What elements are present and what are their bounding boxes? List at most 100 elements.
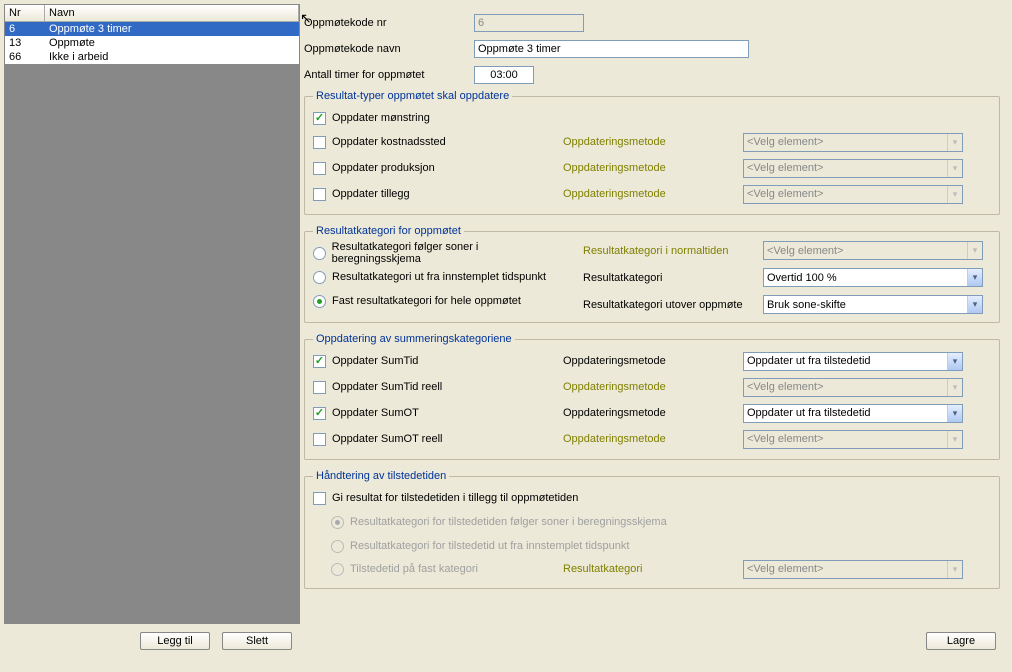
cell-navn: Oppmøte (45, 36, 99, 50)
lbl-metode: Oppdateringsmetode (563, 188, 743, 200)
sel-sumtid[interactable]: Oppdater ut fra tilstedetid ▾ (743, 352, 963, 371)
chevron-down-icon: ▾ (947, 353, 962, 370)
legend: Oppdatering av summeringskategoriene (313, 333, 515, 345)
legend: Håndtering av tilstedetiden (313, 470, 449, 482)
sel-text: Bruk sone-skifte (767, 299, 846, 311)
lbl-utover: Resultatkategori utover oppmøte (583, 299, 763, 311)
chk-kostnadssted[interactable] (313, 136, 326, 149)
chevron-down-icon: ▾ (947, 379, 962, 396)
sel-text: <Velg element> (747, 433, 823, 445)
cell-nr: 13 (5, 36, 45, 50)
chevron-down-icon: ▾ (947, 186, 962, 203)
chevron-down-icon: ▾ (947, 431, 962, 448)
slett-button[interactable]: Slett (222, 632, 292, 650)
lbl-sumtid-reell: Oppdater SumTid reell (332, 381, 442, 393)
sel-text: <Velg element> (747, 136, 823, 148)
group-summering: Oppdatering av summeringskategoriene Opp… (304, 333, 1000, 460)
label-nr: Oppmøtekode nr (304, 17, 474, 29)
chk-sumot-reell[interactable] (313, 433, 326, 446)
sel-utover[interactable]: Bruk sone-skifte ▾ (763, 295, 983, 314)
sel-tillegg: <Velg element> ▾ (743, 185, 963, 204)
list-body: 6 Oppmøte 3 timer 13 Oppmøte 66 Ikke i a… (5, 22, 299, 622)
sel-kostnadssted: <Velg element> ▾ (743, 133, 963, 152)
sel-sumtid-reell: <Velg element> ▾ (743, 378, 963, 397)
lbl-metode: Oppdateringsmetode (563, 407, 743, 419)
lbl-metode: Oppdateringsmetode (563, 355, 743, 367)
lbl-metode: Oppdateringsmetode (563, 381, 743, 393)
lbl-normal: Resultatkategori i normaltiden (583, 245, 763, 257)
lbl-sumot: Oppdater SumOT (332, 407, 419, 419)
list-row[interactable]: 66 Ikke i arbeid (5, 50, 299, 64)
group-resultat-typer: Resultat-typer oppmøtet skal oppdatere O… (304, 90, 1000, 215)
lbl-tillegg: Oppdater tillegg (332, 188, 410, 200)
lagre-button[interactable]: Lagre (926, 632, 996, 650)
lbl-metode: Oppdateringsmetode (563, 162, 743, 174)
lbl-t1: Resultatkategori for tilstedetiden følge… (350, 516, 667, 528)
sel-text: <Velg element> (747, 188, 823, 200)
legend: Resultat-typer oppmøtet skal oppdatere (313, 90, 512, 102)
chevron-down-icon: ▾ (947, 405, 962, 422)
sel-text: <Velg element> (747, 162, 823, 174)
radio-innstemplet[interactable] (313, 271, 326, 284)
sel-kategori[interactable]: Overtid 100 %▾ (763, 268, 983, 287)
sel-text: Overtid 100 % (767, 272, 837, 284)
chevron-down-icon: ▾ (947, 134, 962, 151)
lbl-sumtid: Oppdater SumTid (332, 355, 418, 367)
list-row[interactable]: 13 Oppmøte (5, 36, 299, 50)
sel-text: <Velg element> (747, 381, 823, 393)
lbl-produksjon: Oppdater produksjon (332, 162, 435, 174)
lbl-metode: Oppdateringsmetode (563, 136, 743, 148)
chk-sumtid-reell[interactable] (313, 381, 326, 394)
timer-input[interactable] (474, 66, 534, 84)
navn-input[interactable] (474, 40, 749, 58)
chk-sumot[interactable] (313, 407, 326, 420)
nr-input (474, 14, 584, 32)
sel-produksjon: <Velg element> ▾ (743, 159, 963, 178)
legg-til-button[interactable]: Legg til (140, 632, 210, 650)
lbl-kategori: Resultatkategori (583, 272, 763, 284)
oppmote-list: Nr Navn 6 Oppmøte 3 timer 13 Oppmøte 66 … (4, 4, 300, 624)
radio-soner[interactable] (313, 247, 326, 260)
radio-t3 (331, 563, 344, 576)
label-timer: Antall timer for oppmøtet (304, 69, 474, 81)
sel-text: <Velg element> (747, 563, 823, 575)
lbl-r1: Resultatkategori følger soner i beregnin… (332, 241, 563, 265)
sel-normal: <Velg element> ▾ (763, 241, 983, 260)
cell-navn: Ikke i arbeid (45, 50, 112, 64)
lbl-resultkat: Resultatkategori (563, 563, 743, 575)
group-resultatkategori: Resultatkategori for oppmøtet Resultatka… (304, 225, 1000, 323)
chk-tilstede[interactable] (313, 492, 326, 505)
chk-produksjon[interactable] (313, 162, 326, 175)
legend: Resultatkategori for oppmøtet (313, 225, 464, 237)
chevron-down-icon: ▾ (967, 242, 982, 259)
lbl-sumot-reell: Oppdater SumOT reell (332, 433, 442, 445)
chevron-down-icon: ▾ (967, 296, 982, 313)
sel-text: <Velg element> (767, 245, 843, 257)
sel-text: Oppdater ut fra tilstedetid (747, 355, 871, 367)
col-header-navn[interactable]: Navn (45, 5, 299, 21)
sel-text: Oppdater ut fra tilstedetid (747, 407, 871, 419)
cell-nr: 6 (5, 22, 45, 36)
lbl-t2: Resultatkategori for tilstedetid ut fra … (350, 540, 629, 552)
chk-monstring[interactable] (313, 112, 326, 125)
lbl-t3: Tilstedetid på fast kategori (350, 563, 478, 575)
cell-navn: Oppmøte 3 timer (45, 22, 136, 36)
lbl-r2: Resultatkategori ut fra innstemplet tids… (332, 271, 546, 283)
sel-sumot-reell: <Velg element> ▾ (743, 430, 963, 449)
group-tilstedetiden: Håndtering av tilstedetiden Gi resultat … (304, 470, 1000, 589)
lbl-kostnadssted: Oppdater kostnadssted (332, 136, 446, 148)
chevron-down-icon: ▾ (947, 160, 962, 177)
list-header: Nr Navn (5, 5, 299, 22)
lbl-r3: Fast resultatkategori for hele oppmøtet (332, 295, 521, 307)
lbl-monstring: Oppdater mønstring (332, 112, 430, 124)
chk-sumtid[interactable] (313, 355, 326, 368)
sel-tilstede: <Velg element>▾ (743, 560, 963, 579)
cell-nr: 66 (5, 50, 45, 64)
col-header-nr[interactable]: Nr (5, 5, 45, 21)
lbl-metode: Oppdateringsmetode (563, 433, 743, 445)
sel-sumot[interactable]: Oppdater ut fra tilstedetid ▾ (743, 404, 963, 423)
lbl-chk-tilstede: Gi resultat for tilstedetiden i tillegg … (332, 492, 578, 504)
list-row[interactable]: 6 Oppmøte 3 timer (5, 22, 299, 36)
chk-tillegg[interactable] (313, 188, 326, 201)
radio-fast[interactable] (313, 295, 326, 308)
